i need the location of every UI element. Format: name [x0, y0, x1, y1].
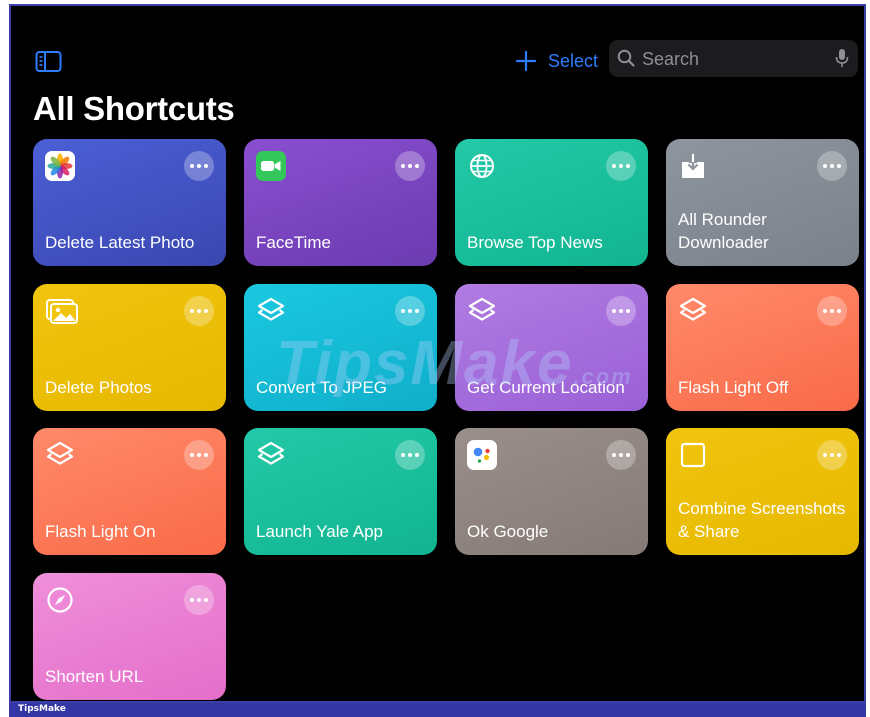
shortcut-label: Combine Screenshots & Share — [678, 499, 846, 541]
more-options-button[interactable] — [395, 440, 425, 470]
shortcut-label: FaceTime — [256, 233, 331, 252]
footer-brand: TipsMake — [18, 704, 66, 714]
more-options-button[interactable] — [395, 296, 425, 326]
plus-icon — [515, 50, 537, 72]
more-options-button[interactable] — [184, 585, 214, 615]
shortcut-card-delete-latest-photo[interactable]: Delete Latest Photo — [33, 139, 226, 266]
search-icon — [617, 49, 635, 67]
layers-icon — [45, 440, 75, 470]
shortcut-card-facetime[interactable]: FaceTime — [244, 139, 437, 266]
more-options-button[interactable] — [817, 151, 847, 181]
shortcut-label: All Rounder Downloader — [678, 210, 769, 252]
microphone-icon[interactable] — [835, 48, 849, 69]
app-window: Select Search All Shortcuts Delete Lates… — [9, 4, 866, 703]
shortcut-label: Shorten URL — [45, 667, 144, 686]
more-options-button[interactable] — [395, 151, 425, 181]
more-options-button[interactable] — [606, 296, 636, 326]
shortcut-card-delete-photos[interactable]: Delete Photos — [33, 284, 226, 411]
compass-icon — [45, 585, 75, 615]
shortcut-label: Get Current Location — [467, 378, 625, 397]
shortcut-label: Convert To JPEG — [256, 378, 388, 397]
layers-icon — [678, 296, 708, 326]
shortcut-label: Flash Light Off — [678, 378, 789, 397]
shortcut-card-flash-light-on[interactable]: Flash Light On — [33, 428, 226, 555]
more-options-button[interactable] — [184, 296, 214, 326]
sidebar-toggle-button[interactable] — [35, 50, 62, 73]
more-options-button[interactable] — [817, 296, 847, 326]
shortcut-label: Flash Light On — [45, 522, 156, 541]
search-placeholder: Search — [642, 49, 700, 69]
square-icon — [678, 440, 708, 470]
photo-stack-icon — [45, 296, 78, 326]
page-title: All Shortcuts — [33, 90, 235, 127]
shortcut-card-all-rounder-downloader[interactable]: All Rounder Downloader — [666, 139, 859, 266]
footer-bar: TipsMake — [9, 703, 866, 717]
more-options-button[interactable] — [606, 440, 636, 470]
shortcut-card-combine-screenshots-share[interactable]: Combine Screenshots & Share — [666, 428, 859, 555]
shortcut-card-launch-yale-app[interactable]: Launch Yale App — [244, 428, 437, 555]
shortcut-card-flash-light-off[interactable]: Flash Light Off — [666, 284, 859, 411]
layers-icon — [256, 296, 286, 326]
shortcut-label: Browse Top News — [467, 233, 603, 252]
facetime-icon — [256, 151, 286, 181]
more-options-button[interactable] — [606, 151, 636, 181]
shortcut-label: Delete Latest Photo — [45, 233, 195, 252]
more-options-button[interactable] — [184, 440, 214, 470]
add-shortcut-button[interactable] — [515, 50, 537, 72]
search-field[interactable]: Search — [609, 40, 858, 77]
layers-icon — [467, 296, 497, 326]
shortcut-card-convert-to-jpeg[interactable]: Convert To JPEG — [244, 284, 437, 411]
shortcut-label: Ok Google — [467, 522, 549, 541]
shortcut-card-get-current-location[interactable]: Get Current Location — [455, 284, 648, 411]
google-assistant-icon — [467, 440, 497, 470]
shortcut-card-ok-google[interactable]: Ok Google — [455, 428, 648, 555]
shortcut-card-shorten-url[interactable]: Shorten URL — [33, 573, 226, 700]
sidebar-icon — [35, 51, 62, 72]
more-options-button[interactable] — [817, 440, 847, 470]
shortcut-label: Launch Yale App — [256, 522, 383, 541]
select-button[interactable]: Select — [548, 51, 598, 72]
globe-icon — [467, 151, 497, 181]
shortcut-label: Delete Photos — [45, 378, 152, 397]
shortcut-card-browse-top-news[interactable]: Browse Top News — [455, 139, 648, 266]
download-icon — [678, 151, 708, 181]
more-options-button[interactable] — [184, 151, 214, 181]
photos-app-icon — [45, 151, 75, 181]
layers-icon — [256, 440, 286, 470]
